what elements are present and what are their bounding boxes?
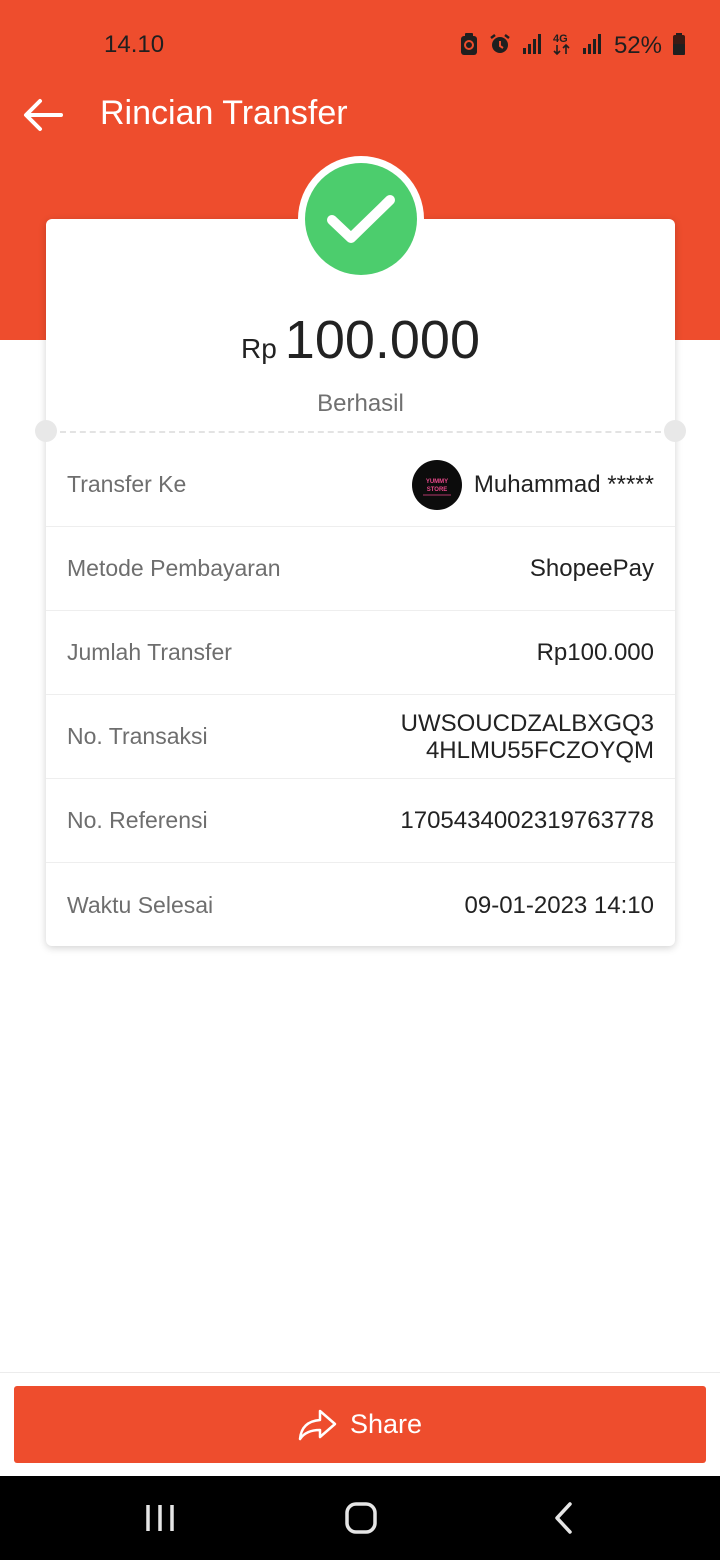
status-icons: 4G 52% (460, 32, 686, 60)
card-notch-left (35, 420, 57, 442)
detail-row-reference-no: No. Referensi 1705434002319763778 (46, 779, 675, 863)
detail-value: ShopeePay (529, 555, 654, 582)
status-time: 14.10 (104, 31, 165, 58)
bottom-divider (0, 1372, 720, 1373)
svg-text:STORE: STORE (427, 487, 448, 493)
share-arrow-icon (298, 1409, 337, 1440)
detail-value: 1705434002319763778 (400, 807, 654, 834)
transfer-status: Berhasil (317, 390, 404, 417)
detail-value: Rp100.000 (536, 639, 654, 666)
transfer-receipt-card: Rp 100.000 Berhasil Transfer Ke YUMMY STOR… (35, 219, 686, 947)
recents-button[interactable] (130, 1494, 190, 1542)
success-badge (298, 156, 424, 282)
page-title: Rincian Transfer (100, 94, 348, 132)
cleaner-icon (460, 32, 478, 61)
detail-value: UWSOUCDZALBXGQ34HLMU55FCZOYQM (400, 709, 654, 764)
detail-row-transfer-to: Transfer Ke YUMMY STORE Muhammad ***** (46, 443, 675, 527)
back-button[interactable] (18, 90, 68, 140)
detail-list: Transfer Ke YUMMY STORE Muhammad ***** Me… (46, 443, 675, 947)
app-bar: Rincian Transfer (0, 82, 720, 146)
alarm-icon (488, 32, 512, 61)
transfer-detail-screen: 14.10 4G 52% Rincian Transfer Rp 100.000… (0, 0, 720, 1560)
detail-row-transaction-no: No. Transaksi UWSOUCDZALBXGQ34HLMU55FCZO… (46, 695, 675, 779)
detail-label: Transfer Ke (67, 471, 187, 497)
detail-label: No. Transaksi (67, 723, 208, 749)
amount-currency: Rp (241, 333, 277, 364)
svg-text:YUMMY: YUMMY (426, 479, 448, 485)
success-circle (305, 163, 417, 275)
detail-value: Muhammad ***** (473, 471, 654, 498)
system-nav-bar (0, 1476, 720, 1560)
detail-row-transfer-amount: Jumlah Transfer Rp100.000 (46, 611, 675, 695)
share-label: Share (349, 1409, 423, 1439)
detail-label: Jumlah Transfer (67, 639, 232, 665)
status-bar: 14.10 4G 52% (0, 0, 720, 94)
detail-label: Metode Pembayaran (67, 555, 281, 581)
home-button[interactable] (331, 1494, 391, 1542)
svg-text:4G: 4G (553, 33, 568, 45)
transfer-amount-summary: Rp 100.000 (46, 309, 675, 371)
share-button[interactable]: Share (14, 1386, 706, 1463)
amount-value: 100.000 (284, 310, 480, 370)
check-icon (327, 195, 395, 243)
detail-label: Waktu Selesai (67, 891, 214, 918)
detail-value: 09-01-2023 14:10 (464, 891, 655, 919)
recipient-avatar: YUMMY STORE (411, 459, 462, 510)
nav-back-button[interactable] (533, 1494, 593, 1542)
battery-percent: 52% (613, 32, 662, 59)
arrow-left-icon (24, 99, 63, 131)
4g-data-icon: 4G (552, 31, 572, 62)
home-icon (345, 1502, 377, 1534)
detail-row-payment-method: Metode Pembayaran ShopeePay (46, 527, 675, 611)
signal-icon (582, 33, 602, 60)
dashed-divider (60, 431, 661, 433)
detail-label: No. Referensi (67, 807, 208, 833)
recents-icon (146, 1505, 174, 1531)
battery-icon (672, 32, 686, 61)
recipient: YUMMY STORE Muhammad ***** (411, 459, 654, 510)
signal-icon (522, 33, 542, 60)
nav-back-icon (555, 1502, 572, 1534)
detail-row-completed-time: Waktu Selesai 09-01-2023 14:10 (46, 863, 675, 947)
card-notch-right (664, 420, 686, 442)
